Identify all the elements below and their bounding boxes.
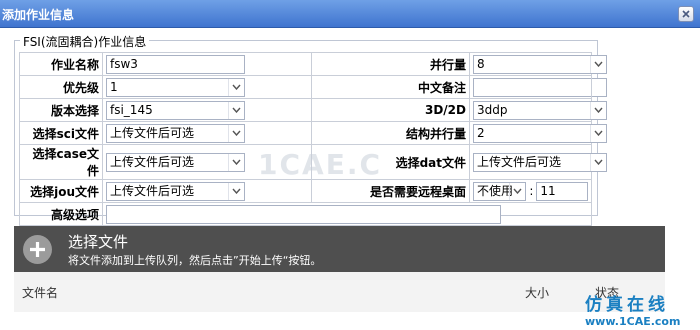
window-titlebar: 添加作业信息 — [0, 0, 700, 28]
version-label: 版本选择 — [19, 98, 103, 122]
advanced-label: 高级选项 — [19, 202, 103, 226]
chevron-down-icon — [594, 159, 603, 165]
jou-file-label: 选择jou文件 — [19, 179, 103, 203]
dim-value: 3ddp — [477, 102, 508, 117]
column-header-size: 大小 — [525, 286, 550, 300]
chinese-note-label: 中文备注 — [311, 75, 470, 99]
brand-logo: 仿真在线 www.1CAE.com — [585, 290, 680, 328]
priority-label: 优先级 — [19, 75, 103, 99]
dat-file-value: 上传文件后可选 — [477, 154, 562, 169]
chevron-down-icon — [232, 107, 241, 113]
brand-url: www.1CAE.com — [585, 315, 681, 328]
file-list-header: 文件名 大小 状态 — [14, 272, 665, 312]
chevron-down-icon — [232, 188, 241, 194]
chinese-note-input[interactable] — [473, 77, 607, 97]
remote-desktop-group: 不使用 : 11 — [473, 181, 588, 201]
jou-file-select[interactable]: 上传文件后可选 — [106, 181, 245, 201]
sci-file-value: 上传文件后可选 — [110, 125, 195, 140]
chevron-down-icon — [513, 188, 522, 194]
sci-file-select[interactable]: 上传文件后可选 — [106, 123, 245, 143]
chevron-down-icon — [232, 84, 241, 90]
remote-desktop-select[interactable]: 不使用 — [473, 181, 527, 201]
advanced-input[interactable] — [106, 204, 501, 224]
dat-file-label: 选择dat文件 — [311, 144, 470, 180]
remote-desktop-value: 不使用 — [477, 183, 514, 198]
upload-bar: 选择文件 将文件添加到上传队列，然后点击”开始上传“按钮。 — [14, 226, 665, 272]
case-file-label: 选择case文件 — [19, 144, 103, 180]
add-file-button[interactable] — [23, 235, 52, 264]
job-name-input[interactable]: fsw3 — [106, 54, 245, 74]
jou-file-value: 上传文件后可选 — [110, 183, 195, 198]
case-file-value: 上传文件后可选 — [110, 154, 195, 169]
chevron-down-icon — [232, 130, 241, 136]
version-select[interactable]: fsi_145 — [106, 100, 245, 120]
upload-hint: 将文件添加到上传队列，然后点击”开始上传“按钮。 — [68, 254, 322, 267]
sci-file-label: 选择sci文件 — [19, 121, 103, 145]
remote-desktop-label: 是否需要远程桌面 — [311, 179, 470, 203]
dim-select[interactable]: 3ddp — [473, 100, 607, 120]
job-info-form: 作业名称 fsw3 并行量 8 优先级 1 中文备注 版本选择 fsi_145 … — [19, 52, 607, 226]
chevron-down-icon — [594, 61, 603, 67]
window-title: 添加作业信息 — [2, 8, 75, 22]
column-header-filename: 文件名 — [22, 286, 59, 300]
close-icon — [682, 10, 690, 18]
choose-file-button[interactable]: 选择文件 — [68, 231, 128, 252]
remote-port-input[interactable]: 11 — [536, 181, 588, 201]
dat-file-select[interactable]: 上传文件后可选 — [473, 152, 607, 172]
chevron-down-icon — [232, 159, 241, 165]
parallel-label: 并行量 — [311, 52, 470, 76]
case-file-select[interactable]: 上传文件后可选 — [106, 152, 245, 172]
parallel-value: 8 — [477, 56, 485, 71]
priority-select[interactable]: 1 — [106, 77, 245, 97]
priority-value: 1 — [110, 79, 118, 94]
parallel-select[interactable]: 8 — [473, 54, 607, 74]
fieldset-legend: FSI(流固耦合)作业信息 — [20, 33, 150, 50]
job-name-label: 作业名称 — [19, 52, 103, 76]
chevron-down-icon — [594, 107, 603, 113]
plus-icon — [30, 242, 45, 257]
brand-name: 仿真在线 — [585, 295, 669, 315]
port-separator: : — [529, 184, 534, 198]
struct-parallel-select[interactable]: 2 — [473, 123, 607, 143]
dim-label: 3D/2D — [311, 98, 470, 122]
version-value: fsi_145 — [110, 102, 153, 117]
struct-parallel-label: 结构并行量 — [311, 121, 470, 145]
chevron-down-icon — [594, 130, 603, 136]
close-button[interactable] — [678, 6, 694, 22]
struct-parallel-value: 2 — [477, 125, 485, 140]
